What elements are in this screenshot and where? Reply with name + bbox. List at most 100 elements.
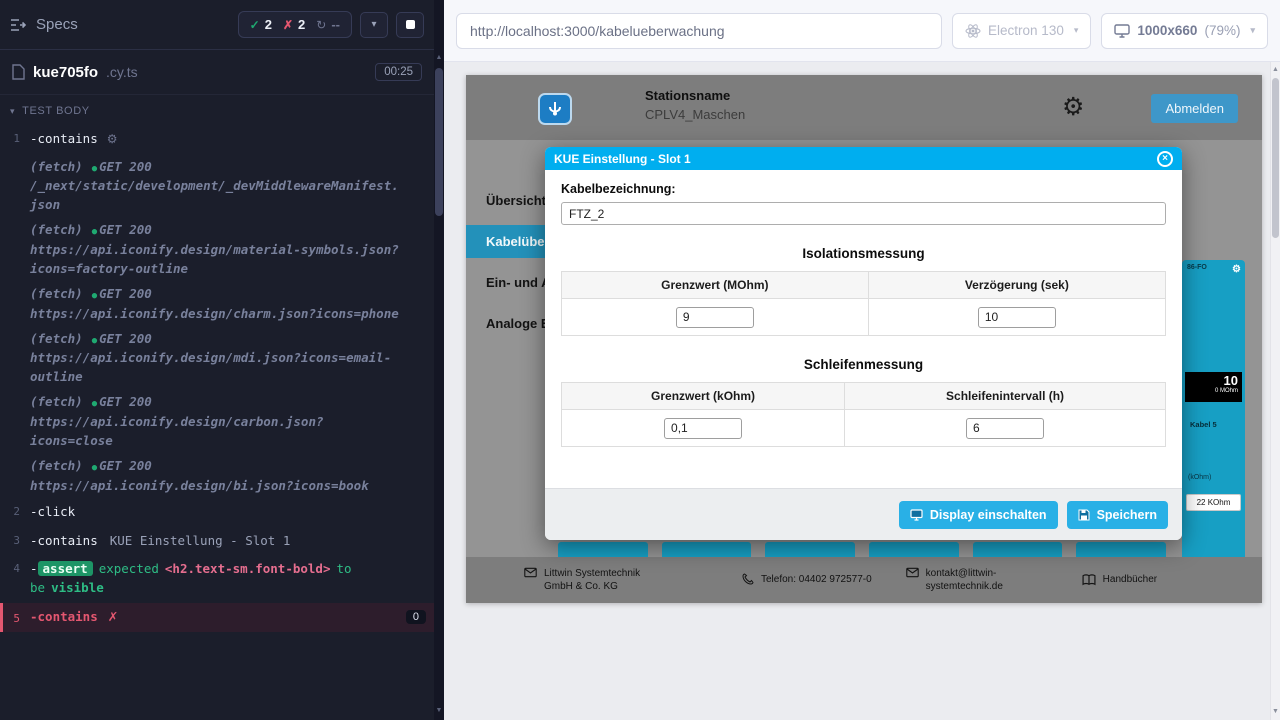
stop-button[interactable] <box>396 12 424 38</box>
stat-failed: ✗2 <box>283 17 305 32</box>
collapse-tests-button[interactable]: ▾ <box>360 12 388 38</box>
line-number: 5 <box>3 610 30 625</box>
display-einschalten-button[interactable]: Display einschalten <box>899 501 1058 529</box>
specs-menu-button[interactable]: Specs <box>10 16 78 33</box>
card-gear-icon[interactable]: ⚙ <box>1232 264 1241 275</box>
grenzwert-kohm-input[interactable] <box>664 418 742 439</box>
command-name: contains <box>38 533 98 548</box>
network-log[interactable]: (fetch)●GET 200https://api.iconify.desig… <box>0 326 434 390</box>
display-value: 10 <box>1189 374 1238 388</box>
assert-target: <h2.text-sm.font-bold> <box>165 561 331 576</box>
speichern-button[interactable]: Speichern <box>1067 501 1168 529</box>
command-name: contains <box>38 131 98 146</box>
network-log[interactable]: (fetch)●GET 200https://api.iconify.desig… <box>0 453 434 498</box>
kabelbezeichnung-input[interactable] <box>561 202 1166 225</box>
stop-icon <box>406 20 415 29</box>
line-number: 4 <box>0 560 30 598</box>
assert-state: visible <box>51 580 104 595</box>
url-text: http://localhost:3000/kabelueberwachung <box>470 23 725 39</box>
modal-header: KUE Einstellung - Slot 1 × <box>545 147 1182 170</box>
fetch-method: GET 200 <box>99 331 152 346</box>
command-contains-1[interactable]: 1 -contains⚙ <box>0 125 434 154</box>
scroll-down-icon[interactable]: ▼ <box>434 705 444 717</box>
card-label: 86-FO <box>1187 264 1207 275</box>
status-dot-icon: ● <box>92 399 97 409</box>
kabelbezeichnung-label: Kabelbezeichnung: <box>561 182 1166 196</box>
retry-count-badge: 0 <box>406 610 426 624</box>
monitor-icon <box>1114 24 1130 38</box>
save-icon <box>1078 509 1090 521</box>
line-number: 1 <box>0 130 30 149</box>
logout-button[interactable]: Abmelden <box>1151 94 1238 123</box>
browser-select[interactable]: Electron 130 ▾ <box>952 13 1091 49</box>
scroll-down-icon[interactable]: ▼ <box>1271 706 1280 718</box>
network-log[interactable]: (fetch)●GET 200/_next/static/development… <box>0 154 434 218</box>
schleifenintervall-input[interactable] <box>966 418 1044 439</box>
nav-ein-und-ausgaenge[interactable]: Ein- und Au <box>466 266 545 299</box>
chevron-down-icon: ▾ <box>1074 25 1079 36</box>
grenzwert-mohm-input[interactable] <box>676 307 754 328</box>
command-name: contains <box>38 609 98 624</box>
passed-count: 2 <box>265 17 272 32</box>
fetch-method: GET 200 <box>99 286 152 301</box>
viewport-size: 1000x660 <box>1137 23 1197 38</box>
line-number: 3 <box>0 532 30 551</box>
spec-header[interactable]: kue705fo.cy.ts 00:25 <box>0 50 434 95</box>
command-contains-2[interactable]: 3 -containsKUE Einstellung - Slot 1 <box>0 527 434 556</box>
station-label: Stationsname <box>645 88 745 103</box>
nav-kabelueberwachung[interactable]: Kabelüberw <box>466 225 545 258</box>
test-body-section[interactable]: ▾ TEST BODY <box>0 95 434 123</box>
scroll-up-icon[interactable]: ▲ <box>434 52 444 64</box>
assert-badge: assert <box>38 561 93 576</box>
app-header: Stationsname CPLV4_Maschen ⚙ Abmelden <box>466 75 1262 140</box>
cable-label: Kabel 5 <box>1190 420 1217 429</box>
littwin-logo <box>538 93 572 125</box>
display-icon <box>910 509 923 521</box>
network-log[interactable]: (fetch)●GET 200https://api.iconify.desig… <box>0 281 434 326</box>
viewport-select[interactable]: 1000x660 (79%) ▾ <box>1101 13 1268 49</box>
fetch-label: (fetch) <box>30 458 83 473</box>
test-stats[interactable]: ✓2 ✗2 ↻-- <box>238 11 352 38</box>
app-footer: Littwin Systemtechnik GmbH & Co. KG Tele… <box>466 557 1262 603</box>
network-log[interactable]: (fetch)●GET 200https://api.iconify.desig… <box>0 389 434 453</box>
specs-label: Specs <box>36 16 78 33</box>
url-input[interactable]: http://localhost:3000/kabelueberwachung <box>456 13 942 49</box>
verzoegerung-sek-input[interactable] <box>978 307 1056 328</box>
command-contains-failed[interactable]: 5 -contains✗ 0 <box>0 603 434 632</box>
kue-card: 86-FO ⚙ 10 0 MOhm Kabel 5 (kOhm) 22 KOhm <box>1182 260 1245 557</box>
contact-email: kontakt@littwin-systemtechnik.de <box>926 567 1038 594</box>
scroll-up-icon[interactable]: ▲ <box>1271 64 1280 76</box>
nav-uebersicht[interactable]: Übersicht <box>466 184 545 217</box>
schleifenmessung-title: Schleifenmessung <box>561 357 1166 372</box>
modal-title: KUE Einstellung - Slot 1 <box>554 152 691 166</box>
station-value: CPLV4_Maschen <box>645 107 745 122</box>
spec-name: kue705fo <box>33 64 98 81</box>
failed-count: 2 <box>298 17 305 32</box>
close-button[interactable]: × <box>1157 151 1173 167</box>
scrollbar-thumb[interactable] <box>435 68 443 216</box>
network-log[interactable]: (fetch)●GET 200https://api.iconify.desig… <box>0 217 434 281</box>
reporter-scrollbar[interactable]: ▲ ▼ <box>434 0 444 720</box>
page-scrollbar[interactable]: ▲ ▼ <box>1270 62 1280 720</box>
handbuecher-link[interactable]: Handbücher <box>1082 573 1157 587</box>
spec-duration: 00:25 <box>375 63 422 81</box>
specs-list-icon <box>10 18 27 32</box>
status-dot-icon: ● <box>92 291 97 301</box>
runner-main: http://localhost:3000/kabelueberwachung … <box>444 0 1280 720</box>
settings-gear-icon[interactable]: ⚙ <box>1062 92 1084 122</box>
options-gear-icon[interactable]: ⚙ <box>107 132 118 146</box>
kohm-label: (kOhm) <box>1188 474 1211 481</box>
command-click[interactable]: 2 -click <box>0 498 434 527</box>
fetch-label: (fetch) <box>30 159 83 174</box>
command-assert[interactable]: 4 -assertexpected<h2.text-sm.font-bold>t… <box>0 555 434 603</box>
book-icon <box>1082 574 1096 586</box>
fetch-url: https://api.iconify.design/mdi.json?icon… <box>30 348 406 386</box>
card-top <box>1076 542 1166 557</box>
phone-number: Telefon: 04402 972577-0 <box>761 573 872 587</box>
nav-analoge-eingaenge[interactable]: Analoge Ei <box>466 307 545 340</box>
status-dot-icon: ● <box>92 463 97 473</box>
modal-footer: Display einschalten Speichern <box>545 488 1182 540</box>
scrollbar-thumb[interactable] <box>1272 78 1279 238</box>
status-dot-icon: ● <box>92 336 97 346</box>
card-top <box>558 542 648 557</box>
